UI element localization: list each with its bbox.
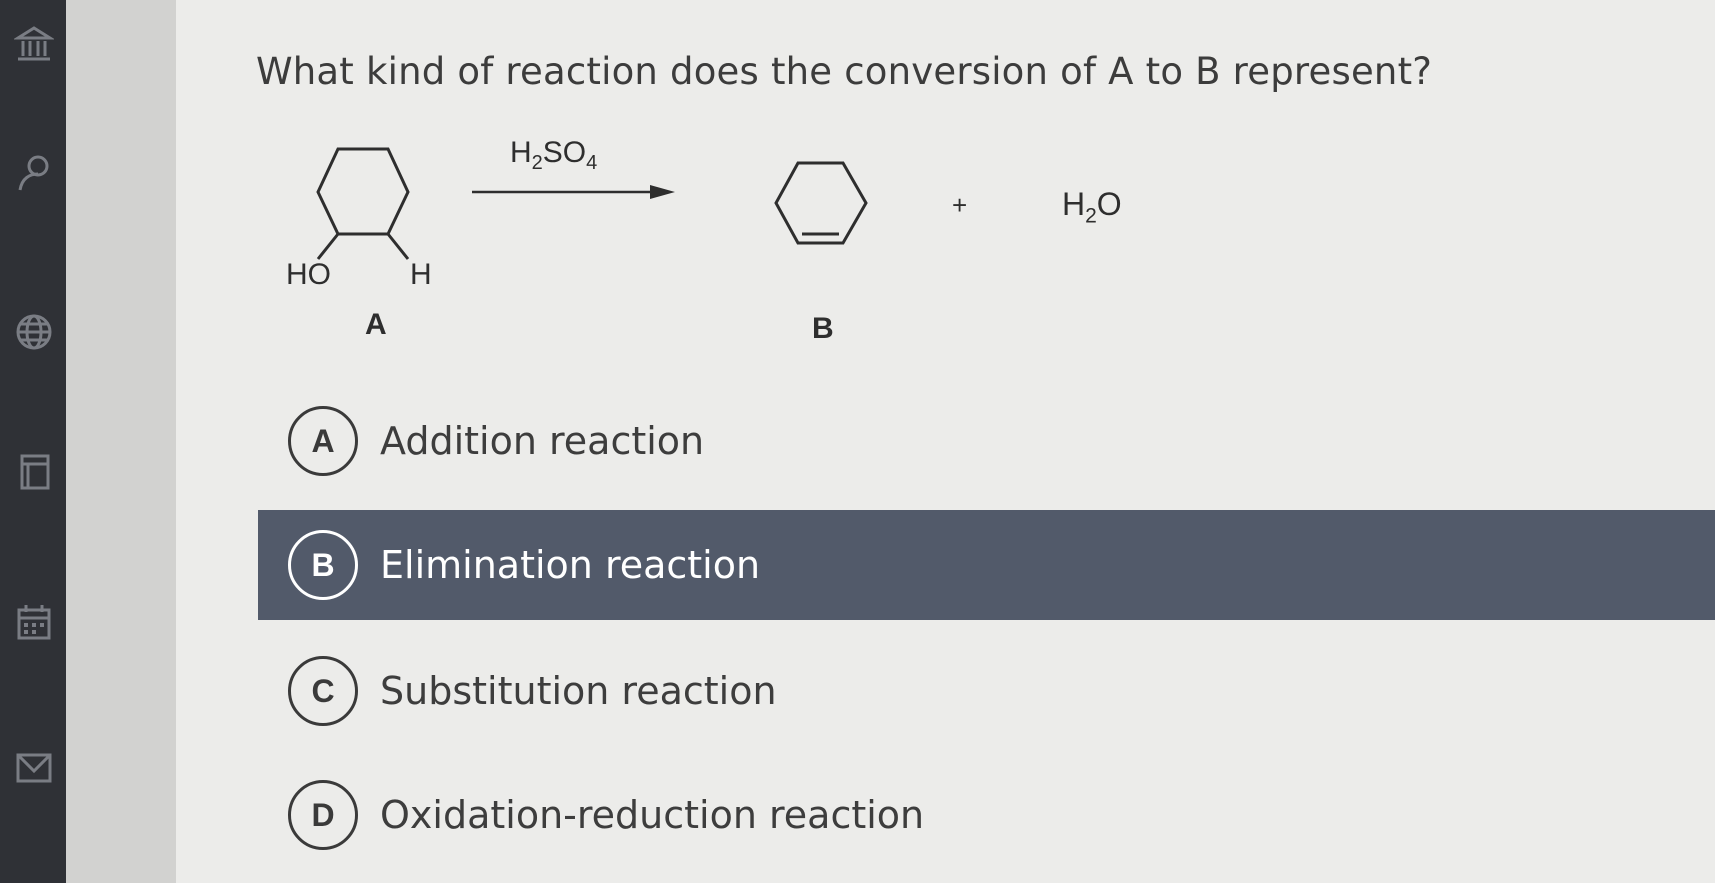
book-icon[interactable] <box>12 450 56 494</box>
option-d[interactable]: D Oxidation-reduction reaction <box>258 760 1715 870</box>
cyclohexene-structure <box>774 161 868 245</box>
hydrogen-label: H <box>410 258 432 291</box>
option-letter-circle: C <box>288 656 358 726</box>
globe-icon[interactable] <box>12 310 56 354</box>
sidebar-gutter <box>66 0 176 883</box>
calendar-icon[interactable] <box>12 600 56 644</box>
option-letter-circle: A <box>288 406 358 476</box>
water-label: H2O <box>1062 186 1122 228</box>
reaction-scheme: HO H A H2SO4 B + H2O <box>270 120 1170 360</box>
option-label: Addition reaction <box>380 419 705 463</box>
option-c[interactable]: C Substitution reaction <box>258 636 1715 746</box>
option-label: Oxidation-reduction reaction <box>380 793 925 837</box>
bank-icon[interactable] <box>12 22 56 66</box>
option-label: Substitution reaction <box>380 669 777 713</box>
question-text: What kind of reaction does the conversio… <box>256 50 1433 93</box>
option-label: Elimination reaction <box>380 543 761 587</box>
option-letter-circle: D <box>288 780 358 850</box>
compound-a-label: A <box>365 308 387 341</box>
reaction-arrow <box>472 185 675 199</box>
hydroxyl-label: HO <box>286 258 331 291</box>
app-sidebar <box>0 0 66 883</box>
plus-sign: + <box>952 190 968 220</box>
option-letter-circle: B <box>288 530 358 600</box>
option-b[interactable]: B Elimination reaction <box>258 510 1715 620</box>
compound-b-label: B <box>812 312 834 345</box>
user-icon[interactable] <box>12 150 56 194</box>
option-a[interactable]: A Addition reaction <box>258 386 1715 496</box>
cyclohexanol-structure <box>316 147 410 260</box>
mail-icon[interactable] <box>12 745 56 789</box>
reagent-label: H2SO4 <box>510 136 598 174</box>
